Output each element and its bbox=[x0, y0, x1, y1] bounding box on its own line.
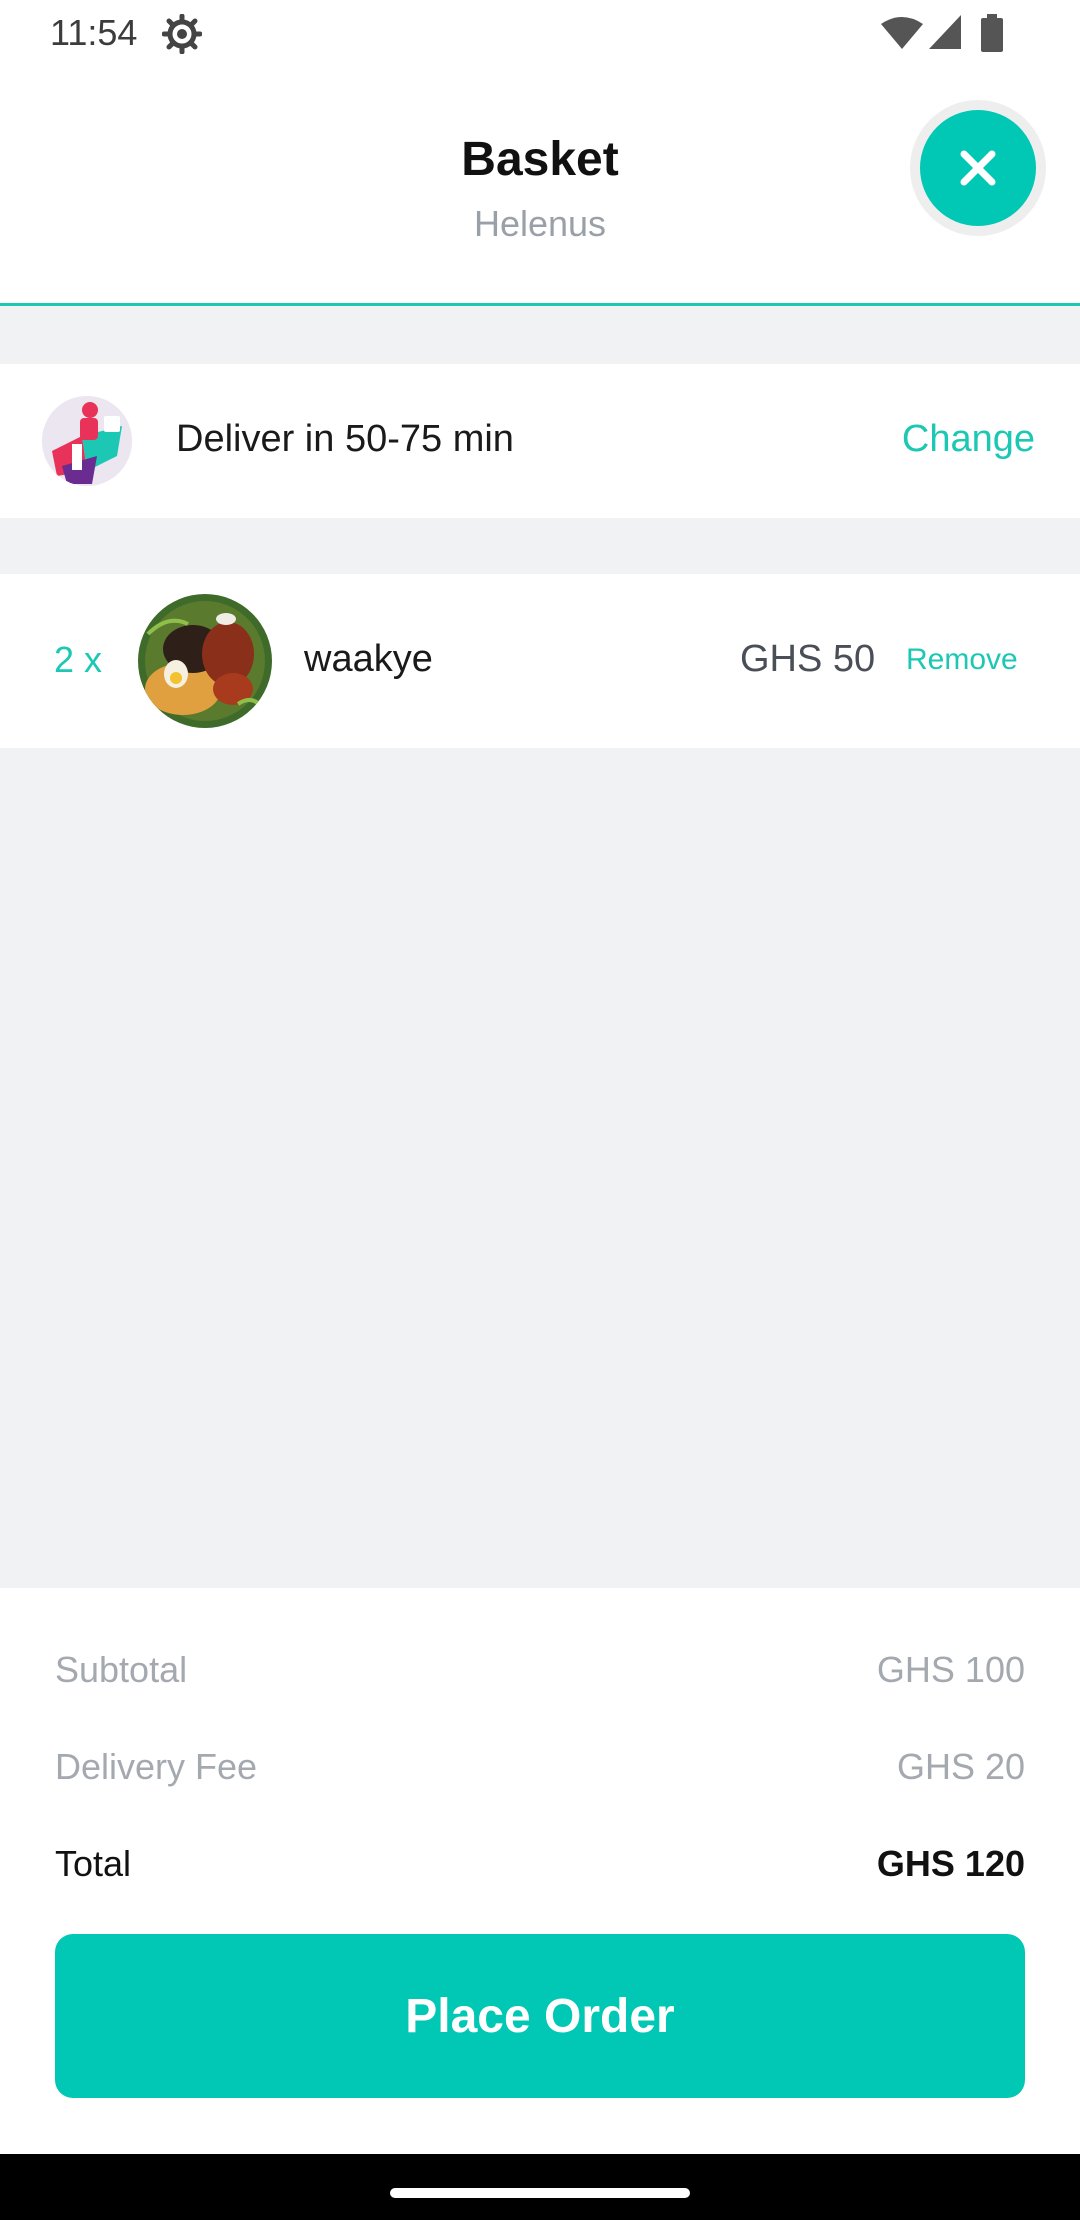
system-nav-bar bbox=[0, 2154, 1080, 2220]
close-button-ring bbox=[910, 100, 1046, 236]
status-bar: 11:54 bbox=[0, 0, 1080, 66]
delivery-fee-value: GHS 20 bbox=[896, 1746, 1025, 1787]
order-summary: Subtotal GHS 100 Delivery Fee GHS 20 Tot… bbox=[0, 1588, 1080, 2154]
basket-item-row: 2 x waakye GHS 50 Remove bbox=[0, 574, 1080, 748]
remove-item-button[interactable]: Remove bbox=[906, 640, 1018, 680]
settings-gear-icon bbox=[162, 14, 202, 54]
close-button[interactable] bbox=[920, 110, 1036, 226]
item-quantity: 2 x bbox=[54, 639, 103, 680]
basket-header: Basket Helenus bbox=[0, 66, 1080, 306]
item-name: waakye bbox=[304, 638, 433, 680]
total-value: GHS 120 bbox=[876, 1843, 1025, 1884]
item-price: GHS 50 bbox=[740, 638, 876, 680]
cell-signal-icon bbox=[929, 15, 961, 49]
close-icon bbox=[960, 150, 996, 186]
subtotal-label: Subtotal bbox=[55, 1649, 188, 1690]
delivery-time-card: Deliver in 50-75 min Change bbox=[0, 364, 1080, 518]
battery-icon bbox=[981, 14, 1003, 52]
subtotal-value: GHS 100 bbox=[876, 1649, 1025, 1690]
delivery-rider-icon bbox=[42, 396, 132, 486]
delivery-fee-label: Delivery Fee bbox=[55, 1746, 258, 1787]
change-delivery-link[interactable]: Change bbox=[902, 416, 1035, 462]
status-time: 11:54 bbox=[50, 12, 138, 53]
delivery-time-text: Deliver in 50-75 min bbox=[176, 418, 514, 460]
home-gesture-handle[interactable] bbox=[390, 2188, 690, 2198]
item-image bbox=[138, 594, 272, 728]
restaurant-name: Helenus bbox=[473, 203, 607, 244]
total-label: Total bbox=[55, 1843, 132, 1884]
wifi-icon bbox=[881, 17, 923, 49]
place-order-button[interactable]: Place Order bbox=[55, 1934, 1025, 2098]
